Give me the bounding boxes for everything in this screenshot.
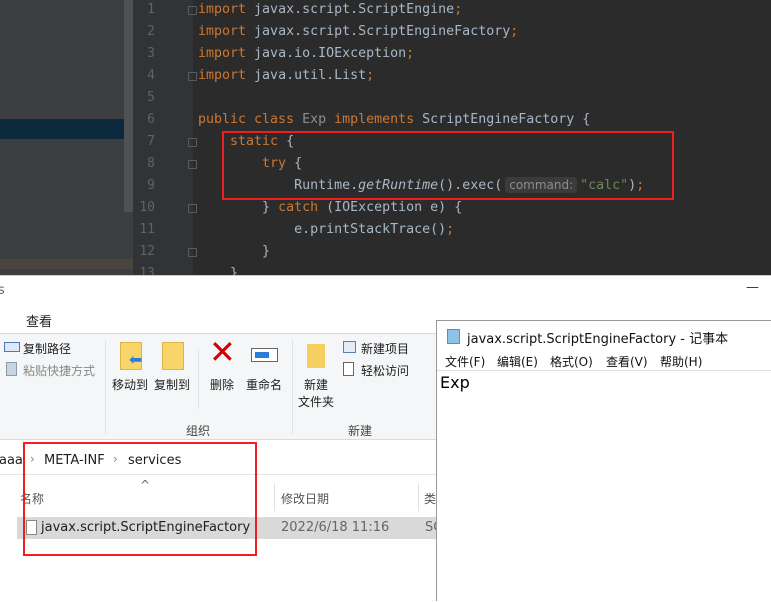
- fold-icon[interactable]: [188, 204, 197, 213]
- easy-access-icon: [343, 362, 354, 376]
- fold-icon[interactable]: [188, 138, 197, 147]
- code-token: ;: [446, 222, 455, 237]
- code-line[interactable]: import javax.script.ScriptEngineFactory;: [198, 21, 518, 43]
- line-number: 11: [139, 222, 155, 237]
- code-token: }: [198, 266, 239, 275]
- copy-to-button[interactable]: 复制到: [154, 376, 190, 393]
- code-token: import: [198, 46, 255, 61]
- delete-icon: ✕: [209, 333, 236, 371]
- menu-file[interactable]: 文件(F): [445, 353, 485, 370]
- line-number: 10: [139, 200, 155, 215]
- code-token: implements: [334, 112, 423, 127]
- delete-button[interactable]: 删除: [210, 376, 234, 393]
- easy-access-button[interactable]: 轻松访问: [361, 362, 409, 379]
- line-number: 12: [139, 244, 155, 259]
- copy-path-button[interactable]: 复制路径: [23, 340, 71, 357]
- paste-shortcut-icon: [6, 362, 17, 376]
- menu-format[interactable]: 格式(O): [550, 353, 593, 370]
- notepad-content: Exp: [440, 373, 470, 392]
- rename-icon: [251, 348, 278, 362]
- fold-icon[interactable]: [188, 72, 197, 81]
- window-title: s: [0, 283, 5, 298]
- line-number: 2: [147, 24, 155, 39]
- rename-button[interactable]: 重命名: [246, 376, 282, 393]
- code-token: (IOException e) {: [326, 200, 463, 215]
- project-scrollbar[interactable]: [124, 0, 133, 212]
- line-number: 7: [147, 134, 155, 149]
- code-line[interactable]: }: [198, 241, 270, 263]
- column-type-header[interactable]: 类: [424, 490, 436, 507]
- notepad-window: javax.script.ScriptEngineFactory - 记事本 文…: [436, 320, 771, 601]
- line-number: 8: [147, 156, 155, 171]
- copy-path-icon: [4, 342, 20, 352]
- code-token: ;: [510, 24, 519, 39]
- code-line[interactable]: public class Exp implements ScriptEngine…: [198, 109, 590, 131]
- ribbon: 复制路径 粘贴快捷方式 ⬅ 移动到 复制到 ✕ 删除 重命名 新建 文件夹 新建…: [0, 333, 440, 440]
- code-line[interactable]: import javax.script.ScriptEngine;: [198, 0, 462, 21]
- new-folder-label-1[interactable]: 新建: [304, 376, 328, 393]
- line-number: 6: [147, 112, 155, 127]
- new-folder-icon: [307, 344, 325, 368]
- code-token: Exp: [302, 112, 335, 127]
- line-number: 5: [147, 90, 155, 105]
- fold-icon[interactable]: [188, 248, 197, 257]
- highlight-box: [222, 131, 674, 200]
- code-token: javax.script.ScriptEngine: [254, 2, 455, 17]
- file-modified: 2022/6/18 11:16: [281, 520, 390, 535]
- ide-editor: 1 2 3 4 5 6 7 8 9 10 11 12 13 import javax.script.Sc…: [0, 0, 771, 275]
- line-number: 9: [147, 178, 155, 193]
- line-number: 3: [147, 46, 155, 61]
- paste-shortcut-button[interactable]: 粘贴快捷方式: [23, 362, 95, 379]
- new-folder-label-2[interactable]: 文件夹: [298, 393, 334, 410]
- code-line[interactable]: import java.io.IOException;: [198, 43, 414, 65]
- menu-view[interactable]: 查看(V): [606, 353, 648, 370]
- new-item-button[interactable]: 新建项目: [361, 340, 409, 357]
- new-item-icon: [343, 341, 356, 353]
- menu-edit[interactable]: 编辑(E): [497, 353, 538, 370]
- code-line[interactable]: } catch (IOException e) {: [198, 197, 462, 219]
- copy-to-icon: [162, 342, 184, 370]
- code-token: e.printStackTrace(): [198, 222, 447, 237]
- notepad-icon: [447, 329, 460, 344]
- menu-help[interactable]: 帮助(H): [660, 353, 702, 370]
- tab-view[interactable]: 查看: [26, 311, 52, 330]
- group-new-label: 新建: [348, 424, 373, 438]
- notepad-title: javax.script.ScriptEngineFactory - 记事本: [467, 332, 729, 347]
- code-token: javax.script.ScriptEngineFactory: [254, 24, 511, 39]
- line-number: 1: [147, 2, 155, 17]
- project-selected-row[interactable]: [0, 119, 124, 139]
- move-to-button[interactable]: 移动到: [112, 376, 148, 393]
- fold-icon[interactable]: [188, 6, 197, 15]
- code-token: import: [198, 68, 255, 83]
- column-modified-header[interactable]: 修改日期: [281, 490, 329, 507]
- group-organize-label: 组织: [186, 424, 211, 438]
- fold-icon[interactable]: [188, 160, 197, 169]
- line-number: 4: [147, 68, 155, 83]
- code-token: java.io.IOException: [254, 46, 407, 61]
- code-token: ScriptEngineFactory {: [422, 112, 591, 127]
- code-token: ;: [406, 46, 415, 61]
- move-to-icon: ⬅: [120, 342, 142, 370]
- code-token: public class: [198, 112, 303, 127]
- code-token: import: [198, 2, 255, 17]
- project-panel-bar: [0, 259, 133, 269]
- minimize-button[interactable]: —: [746, 280, 759, 295]
- code-line[interactable]: import java.util.List;: [198, 65, 374, 87]
- code-line[interactable]: e.printStackTrace();: [198, 219, 454, 241]
- code-token: ;: [366, 68, 375, 83]
- code-token: java.util.List: [254, 68, 367, 83]
- breadcrumb-item[interactable]: aaa: [0, 453, 23, 468]
- code-token: ;: [454, 2, 463, 17]
- code-token: }: [198, 200, 279, 215]
- code-token: catch: [278, 200, 327, 215]
- highlight-box: [23, 442, 257, 556]
- code-token: }: [198, 244, 271, 259]
- code-token: import: [198, 24, 255, 39]
- code-line[interactable]: }: [198, 263, 238, 275]
- line-number: 13: [139, 266, 155, 275]
- notepad-text-area[interactable]: Exp: [437, 370, 771, 602]
